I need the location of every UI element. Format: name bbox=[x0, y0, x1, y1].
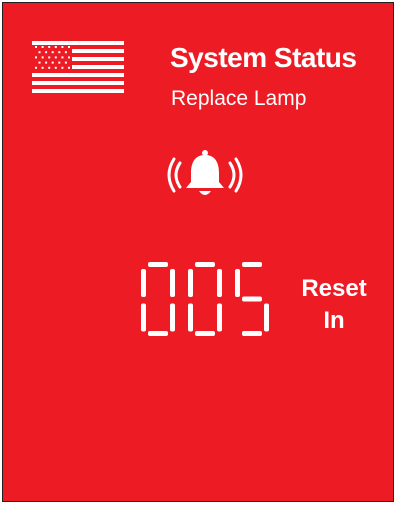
digit-2-segment-g bbox=[242, 296, 262, 302]
reset-label: Reset In bbox=[295, 273, 373, 337]
digit-1-segment-c bbox=[217, 303, 222, 332]
reset-label-line1: Reset bbox=[301, 275, 367, 302]
digit-1-segment-b bbox=[217, 269, 222, 297]
ringing-bell-icon bbox=[166, 149, 244, 201]
digit-0-segment-e bbox=[141, 303, 146, 332]
countdown-display: 005 bbox=[139, 261, 271, 337]
digit-2-segment-d bbox=[242, 331, 262, 336]
digit-0-segment-f bbox=[141, 269, 146, 297]
digit-2-segment-c bbox=[264, 303, 269, 332]
digit-0-segment-c bbox=[170, 303, 175, 332]
status-panel: System Status Replace Lamp 005 Reset In bbox=[2, 2, 394, 502]
status-message: Replace Lamp bbox=[171, 87, 307, 110]
digit-1-segment-e bbox=[188, 303, 193, 332]
digit-2-segment-f bbox=[235, 269, 240, 297]
digit-1-segment-d bbox=[195, 331, 215, 336]
digit-1-segment-f bbox=[188, 269, 193, 297]
digit-0-segment-b bbox=[170, 269, 175, 297]
digit-0-segment-a bbox=[148, 262, 168, 267]
digit-2-segment-a bbox=[242, 262, 262, 267]
us-flag-icon bbox=[32, 41, 124, 97]
digit-1-segment-a bbox=[195, 262, 215, 267]
reset-label-line2: In bbox=[323, 307, 345, 334]
page-title: System Status bbox=[170, 42, 357, 73]
digit-0-segment-d bbox=[148, 331, 168, 336]
